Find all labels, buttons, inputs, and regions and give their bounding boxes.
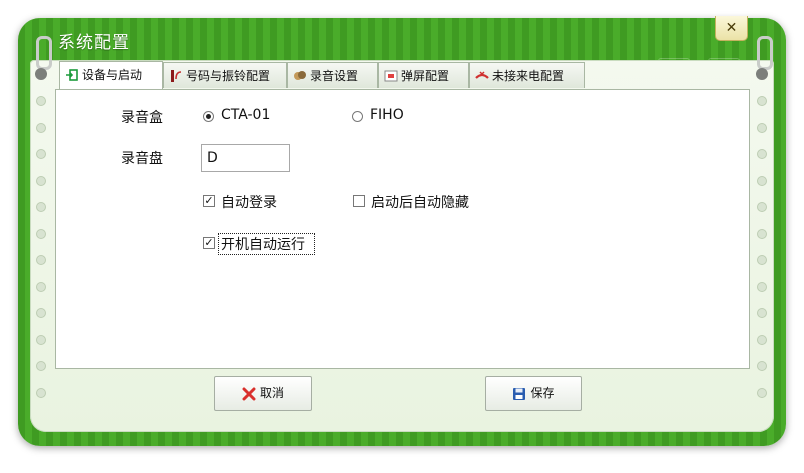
binder-hole [757,335,767,345]
tab-recording[interactable]: 录音设置 [287,62,378,88]
record-box-label: 录音盒 [121,110,163,126]
tab-label: 未接来电配置 [492,69,565,83]
binder-hole [36,123,46,133]
binder-hole [757,361,767,371]
cancel-button[interactable]: 取消 [214,376,312,411]
binder-hole [36,361,46,371]
missed-call-icon [475,71,489,79]
auto-start-label[interactable]: 开机自动运行 [221,234,305,254]
binder-hole [757,176,767,186]
binder-hole [757,96,767,106]
binder-hole [36,335,46,345]
tab-popup-screen[interactable]: 弹屏配置 [378,62,469,88]
tab-phone-ring[interactable]: 号码与振铃配置 [163,62,287,88]
tab-device-startup[interactable]: 设备与启动 [59,61,163,89]
binder-hole [757,388,767,398]
popup-screen-icon [384,70,398,82]
binder-hole [757,255,767,265]
binder-hole [36,388,46,398]
record-disk-label: 录音盘 [121,151,163,167]
binder-hole [757,202,767,212]
tab-label: 号码与振铃配置 [186,69,271,83]
binder-hole [36,282,46,292]
binder-hole [757,229,767,239]
tab-panel-device-startup [55,89,750,369]
radio-fiho-label[interactable]: FIHO [370,107,404,123]
tab-label: 设备与启动 [82,68,143,82]
binder-hole [757,282,767,292]
recording-icon [294,71,306,80]
binder-hole [36,149,46,159]
binder-ring-right [757,36,773,70]
save-icon [513,387,526,400]
radio-cta01-label[interactable]: CTA-01 [221,107,270,123]
record-disk-input[interactable]: D [201,144,290,172]
binder-hole-right [756,68,768,80]
binder-hole [757,308,767,318]
radio-fiho[interactable] [352,111,363,122]
auto-start-checkbox[interactable]: ✓ [203,237,215,249]
close-button[interactable]: ✕ [715,16,748,41]
binder-hole [757,123,767,133]
hide-after-start-label[interactable]: 启动后自动隐藏 [371,192,469,212]
binder-ring-left [36,36,52,70]
device-startup-icon [66,69,78,81]
phone-ring-icon [171,70,182,82]
save-button[interactable]: 保存 [485,376,582,411]
auto-login-label[interactable]: 自动登录 [221,192,277,212]
binder-hole [757,149,767,159]
binder-hole [36,176,46,186]
close-icon: ✕ [725,20,738,36]
window-title: 系统配置 [58,33,130,53]
binder-hole [36,308,46,318]
binder-hole [36,229,46,239]
binder-hole [36,96,46,106]
binder-hole-left [35,68,47,80]
tab-missed-call[interactable]: 未接来电配置 [469,62,585,88]
save-label: 保存 [530,386,555,400]
cancel-label: 取消 [259,386,284,400]
tab-label: 录音设置 [310,69,359,83]
cancel-icon [242,387,256,400]
binder-hole [36,255,46,265]
hide-after-start-checkbox[interactable] [353,195,365,207]
tab-label: 弹屏配置 [401,69,450,83]
auto-login-checkbox[interactable]: ✓ [203,195,215,207]
radio-cta01[interactable] [203,111,214,122]
binder-hole [36,202,46,212]
title-bar[interactable]: 系统配置 [18,18,786,62]
